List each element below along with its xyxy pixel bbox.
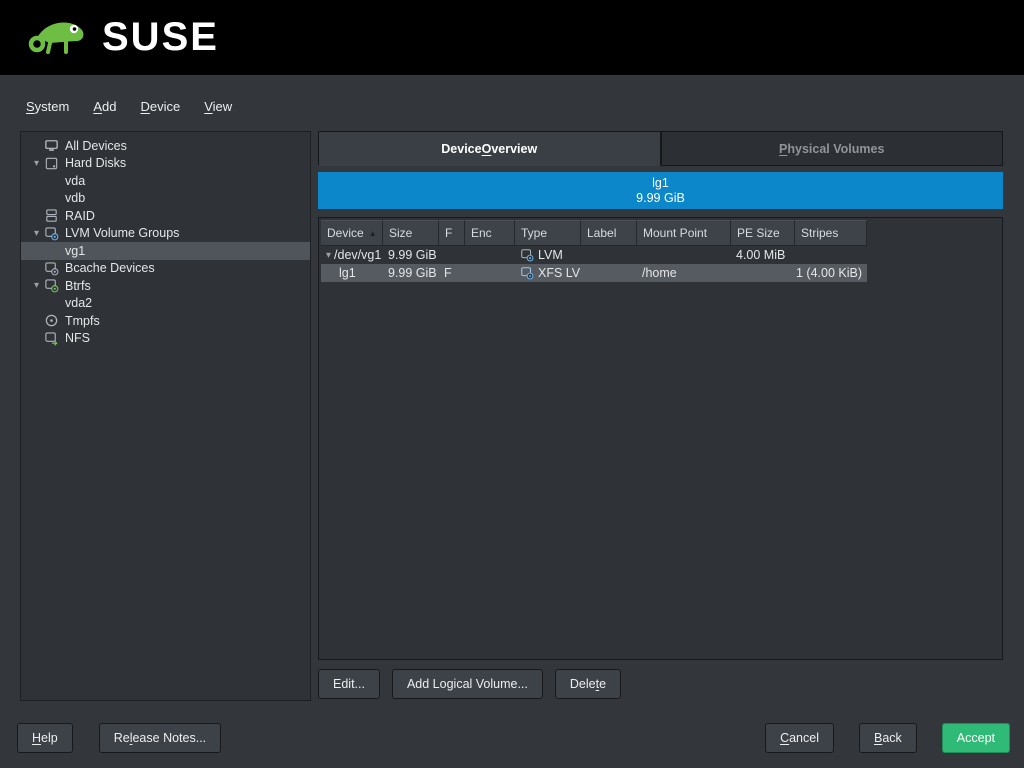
device-banner: lg1 9.99 GiB [318,172,1003,209]
brand-wordmark: SUSE [102,15,219,60]
cell-enc [465,264,515,282]
hard-disk-icon [44,156,65,171]
column-header-f[interactable]: F [439,220,465,246]
cell-f [439,246,465,264]
bcache-icon [44,261,65,276]
sidebar-item-lvm-volume-groups[interactable]: ▾ LVM Volume Groups [21,225,310,243]
lvm-icon [44,226,65,241]
column-header-pe-size[interactable]: PE Size [731,220,795,246]
lvm-lv-icon [520,266,534,280]
column-header-enc[interactable]: Enc [465,220,515,246]
footer-right-buttons: Cancel Back Accept [765,723,1010,753]
cell-label [581,264,637,282]
cell-mount-point: /home [637,264,731,282]
expander-open-icon[interactable]: ▾ [29,158,44,169]
sidebar-item-raid[interactable]: RAID [21,207,310,225]
column-header-size[interactable]: Size [383,220,439,246]
tmpfs-icon [44,313,65,328]
cell-size: 9.99 GiB [383,264,439,282]
footer-left-buttons: Help Release Notes... [17,723,221,753]
nfs-icon [44,331,65,346]
expander-open-icon[interactable]: ▾ [29,228,44,239]
sidebar-item-vg1[interactable]: vg1 [21,242,310,260]
add-logical-volume-button[interactable]: Add Logical Volume... [392,669,543,699]
table-row-lg1[interactable]: lg1 9.99 GiB F XFS LV /home 1 (4.00 KiB) [321,264,867,282]
computer-icon [44,138,65,153]
menu-system[interactable]: System [24,98,71,115]
cell-label [581,246,637,264]
cell-size: 9.99 GiB [383,246,439,264]
tab-device-overview[interactable]: Device Overview [318,131,661,166]
cell-type: LVM [515,246,581,264]
raid-icon [44,208,65,223]
delete-button[interactable]: Delete [555,669,621,699]
sidebar-item-vdb[interactable]: vdb [21,190,310,208]
accept-button[interactable]: Accept [942,723,1010,753]
column-header-stripes[interactable]: Stripes [795,220,867,246]
cell-mount-point [637,246,731,264]
cell-enc [465,246,515,264]
sidebar-item-tmpfs[interactable]: Tmpfs [21,312,310,330]
edit-button[interactable]: Edit... [318,669,380,699]
cell-pe-size: 4.00 MiB [731,246,795,264]
column-header-label[interactable]: Label [581,220,637,246]
column-header-device[interactable]: Device ▲ [321,220,383,246]
back-button[interactable]: Back [859,723,917,753]
cell-stripes [795,246,867,264]
menubar: System Add Device View [24,98,234,115]
cell-f: F [439,264,465,282]
sidebar-item-vda2[interactable]: vda2 [21,295,310,313]
device-table: Device ▲ Size F Enc Type Label Mount Poi… [318,217,1003,660]
tab-bar: Device Overview Physical Volumes [318,131,1003,166]
cell-stripes: 1 (4.00 KiB) [795,264,867,282]
table-row-vg1[interactable]: ▾ /dev/vg1 9.99 GiB LVM 4.00 MiB [321,246,867,264]
menu-device[interactable]: Device [138,98,182,115]
tab-physical-volumes[interactable]: Physical Volumes [661,131,1004,166]
sidebar-item-hard-disks[interactable]: ▾ Hard Disks [21,155,310,173]
sidebar-item-vda[interactable]: vda [21,172,310,190]
table-action-bar: Edit... Add Logical Volume... Delete [318,669,621,699]
title-bar: SUSE [0,0,1024,75]
cell-pe-size [731,264,795,282]
cell-type: XFS LV [515,264,581,282]
btrfs-icon [44,278,65,293]
cell-device: ▾ /dev/vg1 [321,246,383,264]
suse-chameleon-logo-icon [26,12,92,63]
sort-ascending-icon: ▲ [369,229,377,238]
release-notes-button[interactable]: Release Notes... [99,723,221,753]
menu-add[interactable]: Add [91,98,118,115]
expander-open-icon[interactable]: ▾ [29,280,44,291]
menu-view[interactable]: View [202,98,234,115]
banner-device-size: 9.99 GiB [636,191,685,206]
cancel-button[interactable]: Cancel [765,723,834,753]
sidebar-item-nfs[interactable]: NFS [21,330,310,348]
sidebar-item-all-devices[interactable]: All Devices [21,137,310,155]
sidebar-item-btrfs[interactable]: ▾ Btrfs [21,277,310,295]
device-tree: All Devices ▾ Hard Disks vda vdb RAID ▾ … [20,131,311,701]
cell-device: lg1 [321,264,383,282]
sidebar-item-bcache-devices[interactable]: Bcache Devices [21,260,310,278]
table-header-row: Device ▲ Size F Enc Type Label Mount Poi… [321,220,867,246]
banner-device-name: lg1 [652,176,669,191]
lvm-icon [520,248,534,262]
row-expander-open-icon[interactable]: ▾ [326,250,331,261]
column-header-mount-point[interactable]: Mount Point [637,220,731,246]
column-header-type[interactable]: Type [515,220,581,246]
help-button[interactable]: Help [17,723,73,753]
